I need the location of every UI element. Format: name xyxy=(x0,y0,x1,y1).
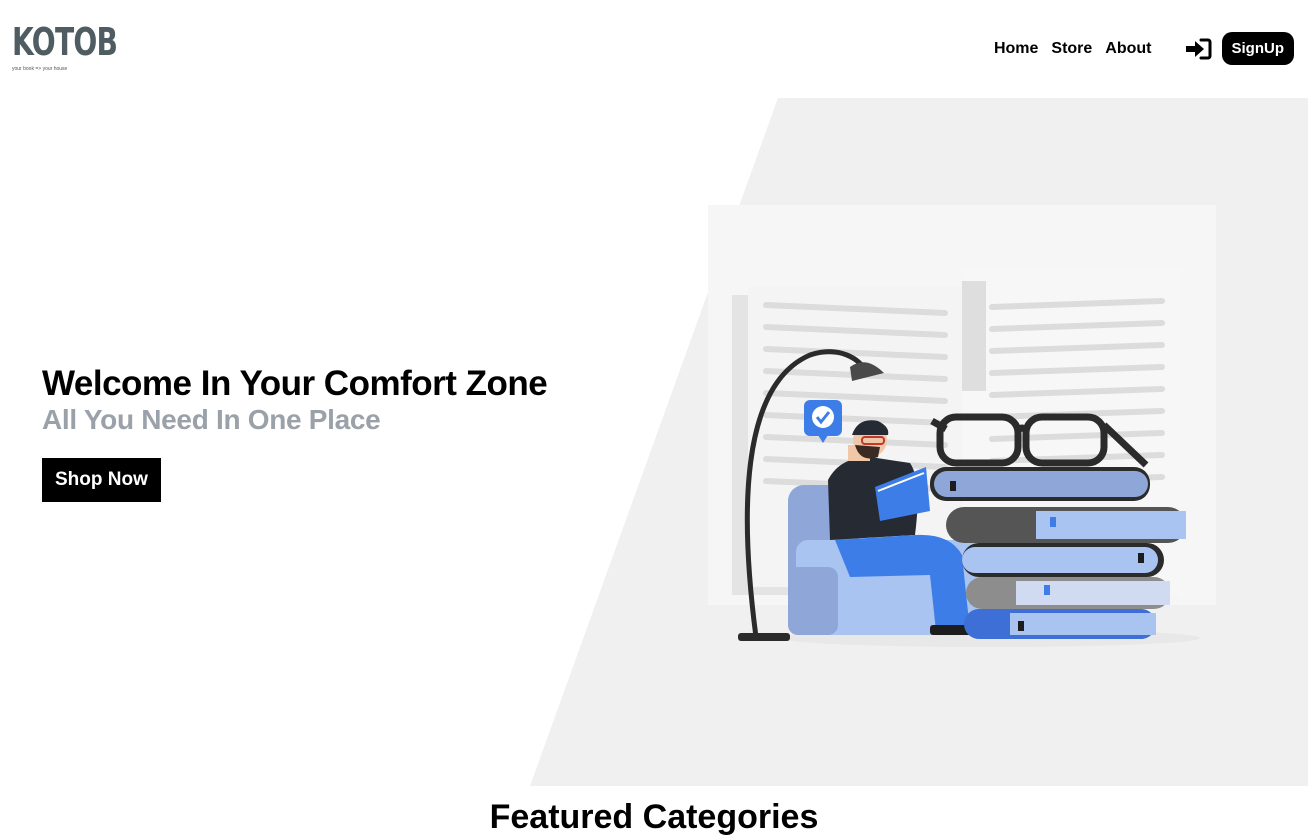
sign-in-icon[interactable] xyxy=(1184,37,1212,61)
featured-categories-heading: Featured Categories xyxy=(489,798,819,836)
brand-logo[interactable]: KOTOB your book => your house xyxy=(12,22,154,72)
hero-title: Welcome In Your Comfort Zone xyxy=(42,364,548,403)
brand-tagline: your book => your house xyxy=(12,66,68,72)
hero-text: Welcome In Your Comfort Zone All You Nee… xyxy=(42,364,548,502)
top-nav: Home Store About SignUp xyxy=(994,32,1294,65)
hero-subtitle: All You Need In One Place xyxy=(42,404,381,435)
shop-now-button[interactable]: Shop Now xyxy=(42,458,161,502)
nav-link-store[interactable]: Store xyxy=(1051,40,1092,58)
brand-name: KOTOB xyxy=(12,20,118,64)
signup-button[interactable]: SignUp xyxy=(1221,32,1294,65)
reading-man-illustration xyxy=(708,205,1216,647)
nav-link-home[interactable]: Home xyxy=(994,40,1038,58)
nav-link-about[interactable]: About xyxy=(1105,40,1151,58)
